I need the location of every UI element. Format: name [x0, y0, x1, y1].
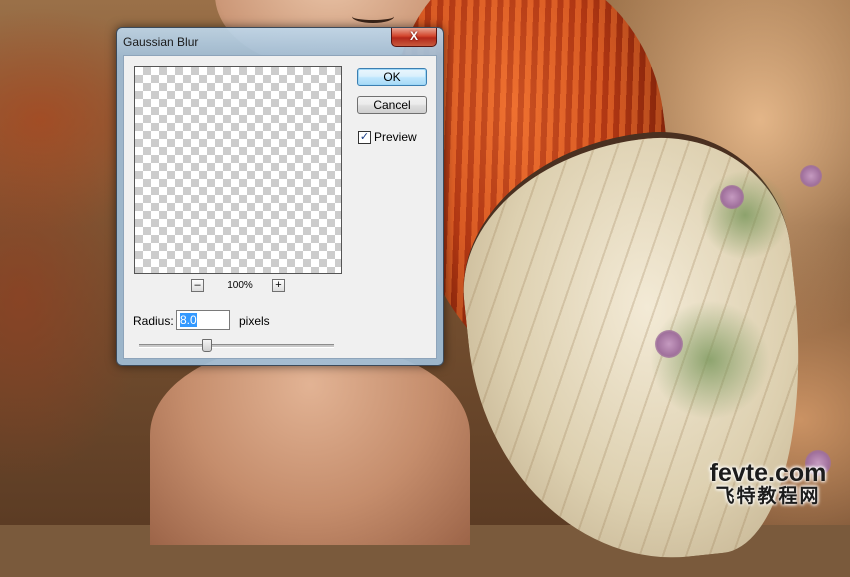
background-flower	[720, 185, 744, 209]
plus-icon: +	[275, 279, 282, 291]
dialog-titlebar[interactable]: Gaussian Blur X	[117, 28, 443, 54]
radius-unit-label: pixels	[239, 314, 270, 328]
preview-checkbox-row[interactable]: ✓ Preview	[358, 130, 417, 144]
preview-area[interactable]	[134, 66, 342, 274]
minus-icon: –	[194, 279, 201, 291]
preview-label: Preview	[374, 130, 417, 144]
dialog-title: Gaussian Blur	[123, 35, 199, 49]
gaussian-blur-dialog: Gaussian Blur X – 100% + OK Cancel ✓ Pre…	[116, 27, 444, 366]
cancel-button[interactable]: Cancel	[357, 96, 427, 114]
close-icon: X	[409, 29, 418, 43]
background-foliage	[650, 300, 770, 420]
background-shoulders	[150, 345, 470, 545]
ok-button[interactable]: OK	[357, 68, 427, 86]
radius-slider-track[interactable]	[139, 344, 334, 348]
preview-checkbox[interactable]: ✓	[358, 130, 371, 144]
background-foliage	[700, 170, 790, 260]
radius-value: 8.0	[180, 313, 197, 327]
background-flower	[655, 330, 683, 358]
checkmark-icon: ✓	[359, 130, 370, 143]
radius-slider-thumb[interactable]	[202, 339, 213, 352]
background-flower	[800, 165, 822, 187]
watermark: fevte.com 飞特教程网	[688, 460, 848, 508]
radius-label: Radius:	[133, 314, 174, 328]
zoom-level: 100%	[227, 280, 253, 291]
background-eye	[352, 10, 394, 23]
watermark-domain: fevte.com	[709, 459, 827, 487]
zoom-in-button[interactable]: +	[272, 279, 285, 292]
radius-input[interactable]: 8.0	[176, 310, 230, 330]
dialog-body: – 100% + OK Cancel ✓ Preview Radius: 8.0…	[123, 55, 437, 359]
zoom-out-button[interactable]: –	[191, 279, 204, 292]
watermark-site-name: 飞特教程网	[715, 486, 821, 507]
close-button[interactable]: X	[391, 28, 437, 47]
